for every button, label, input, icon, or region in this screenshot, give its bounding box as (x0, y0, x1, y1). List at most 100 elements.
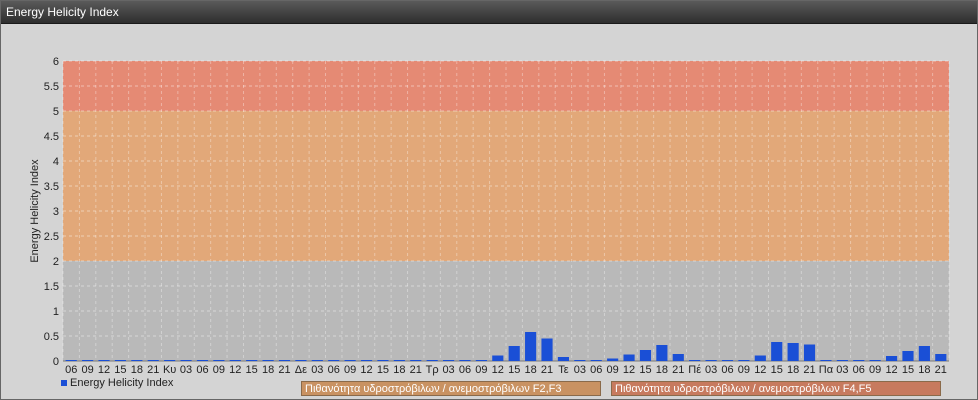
x-tick-label: 06 (459, 364, 471, 376)
x-tick-label: Τε (558, 364, 569, 376)
y-tick-label: 5 (53, 106, 59, 118)
bar-03[interactable] (180, 360, 192, 361)
bar-18[interactable] (656, 345, 668, 361)
y-tick-label: 0 (53, 356, 59, 368)
bar-12[interactable] (492, 355, 504, 362)
y-tick-label: 1 (53, 306, 59, 318)
bar-06[interactable] (459, 360, 471, 361)
x-tick-label: 06 (196, 364, 208, 376)
bar-03[interactable] (705, 360, 717, 361)
bar-21[interactable] (541, 338, 553, 362)
bar-12[interactable] (360, 360, 373, 361)
y-tick-label: 4.5 (44, 131, 59, 143)
bar-Τρ[interactable] (426, 360, 438, 361)
bar-18[interactable] (525, 332, 537, 361)
x-tick-label: 03 (180, 364, 192, 376)
x-tick-label: 09 (869, 364, 881, 376)
x-tick-label: 06 (590, 364, 602, 376)
bar-18[interactable] (918, 346, 930, 361)
legend-band-f4f5[interactable]: Πιθανότητα υδροστρόβιλων / ανεμοστρόβιλω… (611, 381, 941, 396)
bar-12[interactable] (229, 360, 241, 361)
x-tick-label: 15 (508, 364, 520, 376)
x-tick-label: Πέ (688, 364, 701, 376)
x-tick-label: 12 (98, 364, 110, 376)
x-tick-label: 21 (935, 364, 947, 376)
bar-15[interactable] (246, 360, 258, 361)
bar-21[interactable] (410, 360, 422, 361)
bar-06[interactable] (853, 360, 865, 361)
bar-Κυ[interactable] (164, 360, 176, 361)
x-tick-label: Πα (819, 364, 834, 376)
bar-12[interactable] (754, 355, 766, 362)
y-tick-label: 3.5 (44, 181, 59, 193)
bar-18[interactable] (262, 360, 274, 361)
x-tick-label: 18 (393, 364, 405, 376)
bar-18[interactable] (131, 360, 143, 361)
bar-09[interactable] (738, 360, 750, 361)
x-tick-label: 18 (262, 364, 274, 376)
bar-15[interactable] (508, 346, 520, 361)
chart-canvas: 0 0.5 1 1.5 2 2.5 3 3.5 4 4.5 5 5.5 6 06 09 12 15 18 21 Κυ… (29, 56, 950, 376)
bar-03[interactable] (574, 360, 586, 361)
x-tick-label: 21 (278, 364, 290, 376)
x-tick-label: 06 (721, 364, 733, 376)
x-tick-label: 18 (524, 364, 536, 376)
bar-09[interactable] (344, 360, 356, 361)
x-tick-label: 06 (65, 364, 77, 376)
legend-swatch (61, 380, 67, 387)
bar-12[interactable] (885, 356, 898, 361)
x-tick-label: 15 (377, 364, 389, 376)
bar-15[interactable] (114, 360, 127, 361)
bar-21[interactable] (935, 354, 947, 361)
y-tick-label: 0.5 (44, 331, 59, 343)
bar-15[interactable] (902, 351, 914, 361)
x-tick-label: 03 (574, 364, 586, 376)
bar-06[interactable] (590, 360, 602, 361)
y-tick-label: 5.5 (44, 81, 59, 93)
bar-18[interactable] (393, 360, 405, 361)
x-tick-label: 15 (902, 364, 914, 376)
x-tick-label: 09 (213, 364, 225, 376)
bar-09[interactable] (82, 360, 94, 361)
bar-06[interactable] (65, 360, 77, 361)
bar-03[interactable] (836, 360, 848, 361)
legend-band-f2f3[interactable]: Πιθανότητα υδροστρόβιλων / ανεμοστρόβιλω… (301, 381, 601, 396)
x-tick-label: 18 (918, 364, 930, 376)
bar-06[interactable] (721, 360, 734, 361)
bar-18[interactable] (787, 343, 799, 361)
x-tick-label: 06 (853, 364, 865, 376)
legend-series[interactable]: Energy Helicity Index (61, 377, 173, 389)
bar-21[interactable] (803, 344, 816, 362)
bar-15[interactable] (377, 360, 389, 361)
x-tick-label: 15 (771, 364, 783, 376)
bar-15[interactable] (771, 342, 783, 361)
bar-06[interactable] (196, 360, 209, 361)
x-tick-label: Κυ (163, 364, 176, 376)
legend-series-label: Energy Helicity Index (70, 377, 174, 389)
bar-Δε[interactable] (295, 360, 307, 361)
bar-03[interactable] (442, 360, 455, 361)
bar-Τε[interactable] (557, 357, 570, 361)
bar-06[interactable] (328, 360, 340, 361)
y-tick-label: 1.5 (44, 281, 59, 293)
bar-03[interactable] (311, 360, 323, 361)
bar-Πα[interactable] (820, 360, 832, 361)
bar-12[interactable] (98, 360, 110, 361)
y-tick-label: 4 (53, 156, 59, 168)
bar-Πέ[interactable] (689, 360, 701, 361)
x-tick-label: 21 (410, 364, 422, 376)
bar-09[interactable] (475, 360, 487, 361)
bar-09[interactable] (213, 360, 225, 361)
bar-21[interactable] (672, 354, 684, 361)
x-tick-label: 18 (787, 364, 799, 376)
x-tick-label: 12 (885, 364, 897, 376)
bar-21[interactable] (147, 360, 159, 361)
bar-21[interactable] (278, 360, 291, 361)
y-axis-label: Energy Helicity Index (29, 159, 41, 263)
bar-12[interactable] (623, 354, 635, 362)
bar-15[interactable] (639, 350, 652, 361)
bar-09[interactable] (607, 358, 619, 362)
x-tick-label: 15 (114, 364, 126, 376)
bar-09[interactable] (869, 360, 881, 361)
x-tick-label: 12 (360, 364, 372, 376)
